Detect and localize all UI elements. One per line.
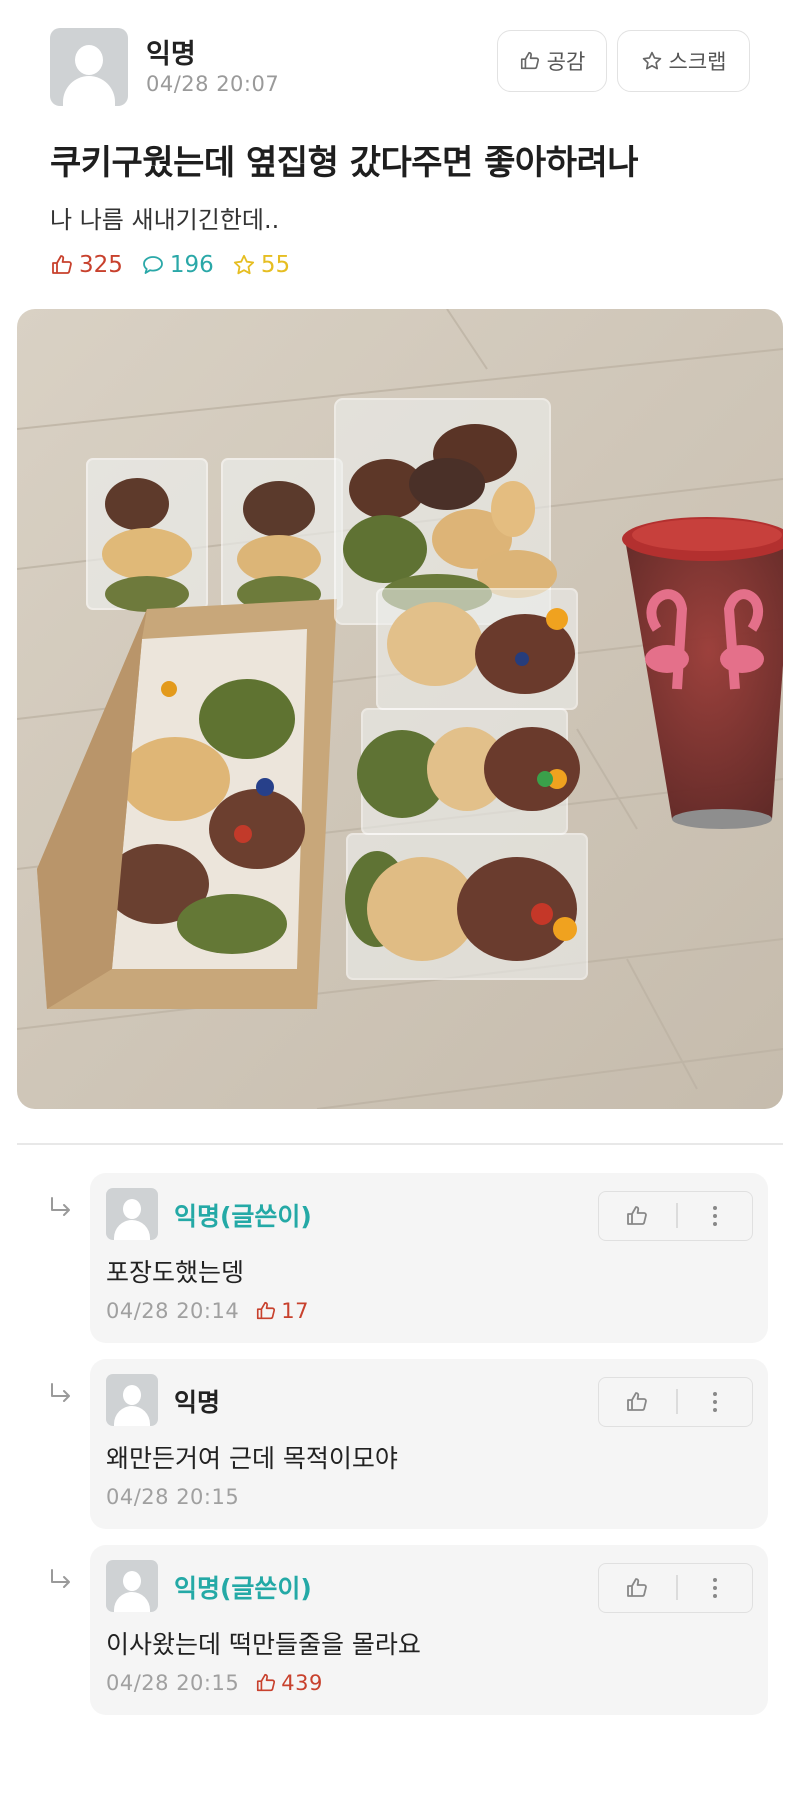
- thumbs-up-icon: [52, 255, 72, 274]
- like-count-value: 325: [79, 252, 123, 278]
- comment-timestamp: 04/28 20:15: [106, 1671, 240, 1695]
- like-button-label: 공감: [546, 50, 586, 74]
- thumbs-up-icon: [257, 1673, 276, 1692]
- comment-meta: 04/28 20:15: [106, 1485, 239, 1509]
- speech-bubble-icon: [143, 256, 163, 274]
- comment-more-button[interactable]: [678, 1378, 752, 1425]
- more-vertical-icon: [713, 1576, 717, 1600]
- comment-author: 익명: [174, 1388, 221, 1417]
- like-button[interactable]: 공감: [497, 30, 607, 92]
- post-timestamp: 04/28 20:07: [146, 72, 280, 96]
- star-icon: [642, 51, 661, 70]
- scrap-count: 55: [232, 252, 290, 278]
- reply-arrow-icon: [51, 1383, 70, 1402]
- section-divider: [17, 1143, 783, 1145]
- star-icon: [233, 254, 254, 275]
- comment-timestamp: 04/28 20:14: [106, 1299, 240, 1323]
- comment-meta: 04/28 20:15 439: [106, 1671, 323, 1695]
- post-stats: 325 196 55: [50, 250, 308, 280]
- reply-arrow-icon: [51, 1197, 70, 1216]
- comment-text: 포장도했는뎅: [106, 1258, 245, 1287]
- comment-timestamp: 04/28 20:15: [106, 1485, 240, 1509]
- comment-count-value: 196: [169, 252, 214, 278]
- thumbs-up-icon: [627, 1391, 647, 1411]
- comment-card: 익명(글쓴이) 이사왔는데 떡만들줄을 몰라요 04/28 20:15 439: [90, 1545, 768, 1715]
- comment-like-button[interactable]: [599, 1564, 675, 1611]
- more-vertical-icon: [713, 1390, 717, 1414]
- comment-avatar: [106, 1560, 158, 1612]
- comment-meta: 04/28 20:14 17: [106, 1299, 309, 1323]
- comment-item: 익명(글쓴이) 이사왔는데 떡만들줄을 몰라요 04/28 20:15 439: [18, 1545, 768, 1715]
- post-photo[interactable]: [17, 309, 783, 1109]
- small-cookie-bag: [221, 458, 343, 612]
- comment-author: 익명(글쓴이): [174, 1202, 312, 1231]
- comment-like-button[interactable]: [599, 1378, 675, 1425]
- comment-item: 익명 왜만든거여 근데 목적이모야 04/28 20:15: [18, 1359, 768, 1529]
- cookie-bag: [376, 588, 578, 710]
- comment-count: 196: [141, 252, 214, 278]
- comment-author: 익명(글쓴이): [174, 1574, 312, 1603]
- comment-actions: [598, 1563, 753, 1613]
- comment-more-button[interactable]: [678, 1192, 752, 1239]
- comment-card: 익명 왜만든거여 근데 목적이모야 04/28 20:15: [90, 1359, 768, 1529]
- reply-arrow-icon: [51, 1569, 70, 1588]
- post-header: 익명 04/28 20:07 공감 스크랩: [50, 28, 750, 108]
- comment-card: 익명(글쓴이) 포장도했는뎅 04/28 20:14 17: [90, 1173, 768, 1343]
- post-title: 쿠키구웠는데 옆집형 갔다주면 좋아하려나: [50, 143, 639, 183]
- like-count: 325: [50, 252, 123, 278]
- comment-avatar: [106, 1374, 158, 1426]
- author-avatar: [50, 28, 128, 106]
- comment-actions: [598, 1191, 753, 1241]
- small-cookie-bag: [86, 458, 208, 612]
- cookie-bag: [345, 833, 588, 980]
- comment-text: 왜만든거여 근데 목적이모야: [106, 1444, 398, 1473]
- comment-actions: [598, 1377, 753, 1427]
- comment-like-count-value: 17: [281, 1299, 309, 1323]
- scrap-button[interactable]: 스크랩: [617, 30, 750, 92]
- scrap-button-label: 스크랩: [668, 50, 727, 74]
- comment-avatar: [106, 1188, 158, 1240]
- thumbs-up-icon: [520, 51, 539, 70]
- cookie-bag: [357, 708, 580, 835]
- comment-more-button[interactable]: [678, 1564, 752, 1611]
- comment-like-count-value: 439: [281, 1671, 323, 1695]
- post-author: 익명: [146, 39, 196, 70]
- thumbs-up-icon: [627, 1205, 647, 1225]
- more-vertical-icon: [713, 1204, 717, 1228]
- scrap-count-value: 55: [260, 252, 291, 278]
- comment-text: 이사왔는데 떡만들줄을 몰라요: [106, 1630, 421, 1659]
- comment-item: 익명(글쓴이) 포장도했는뎅 04/28 20:14 17: [18, 1173, 768, 1343]
- comment-like-button[interactable]: [599, 1192, 675, 1239]
- post-body: 나 나름 새내기긴한데..: [50, 206, 280, 234]
- thumbs-up-icon: [257, 1301, 276, 1320]
- comment-like-count: 17: [255, 1299, 309, 1323]
- thumbs-up-icon: [627, 1577, 647, 1597]
- comment-like-count: 439: [255, 1671, 323, 1695]
